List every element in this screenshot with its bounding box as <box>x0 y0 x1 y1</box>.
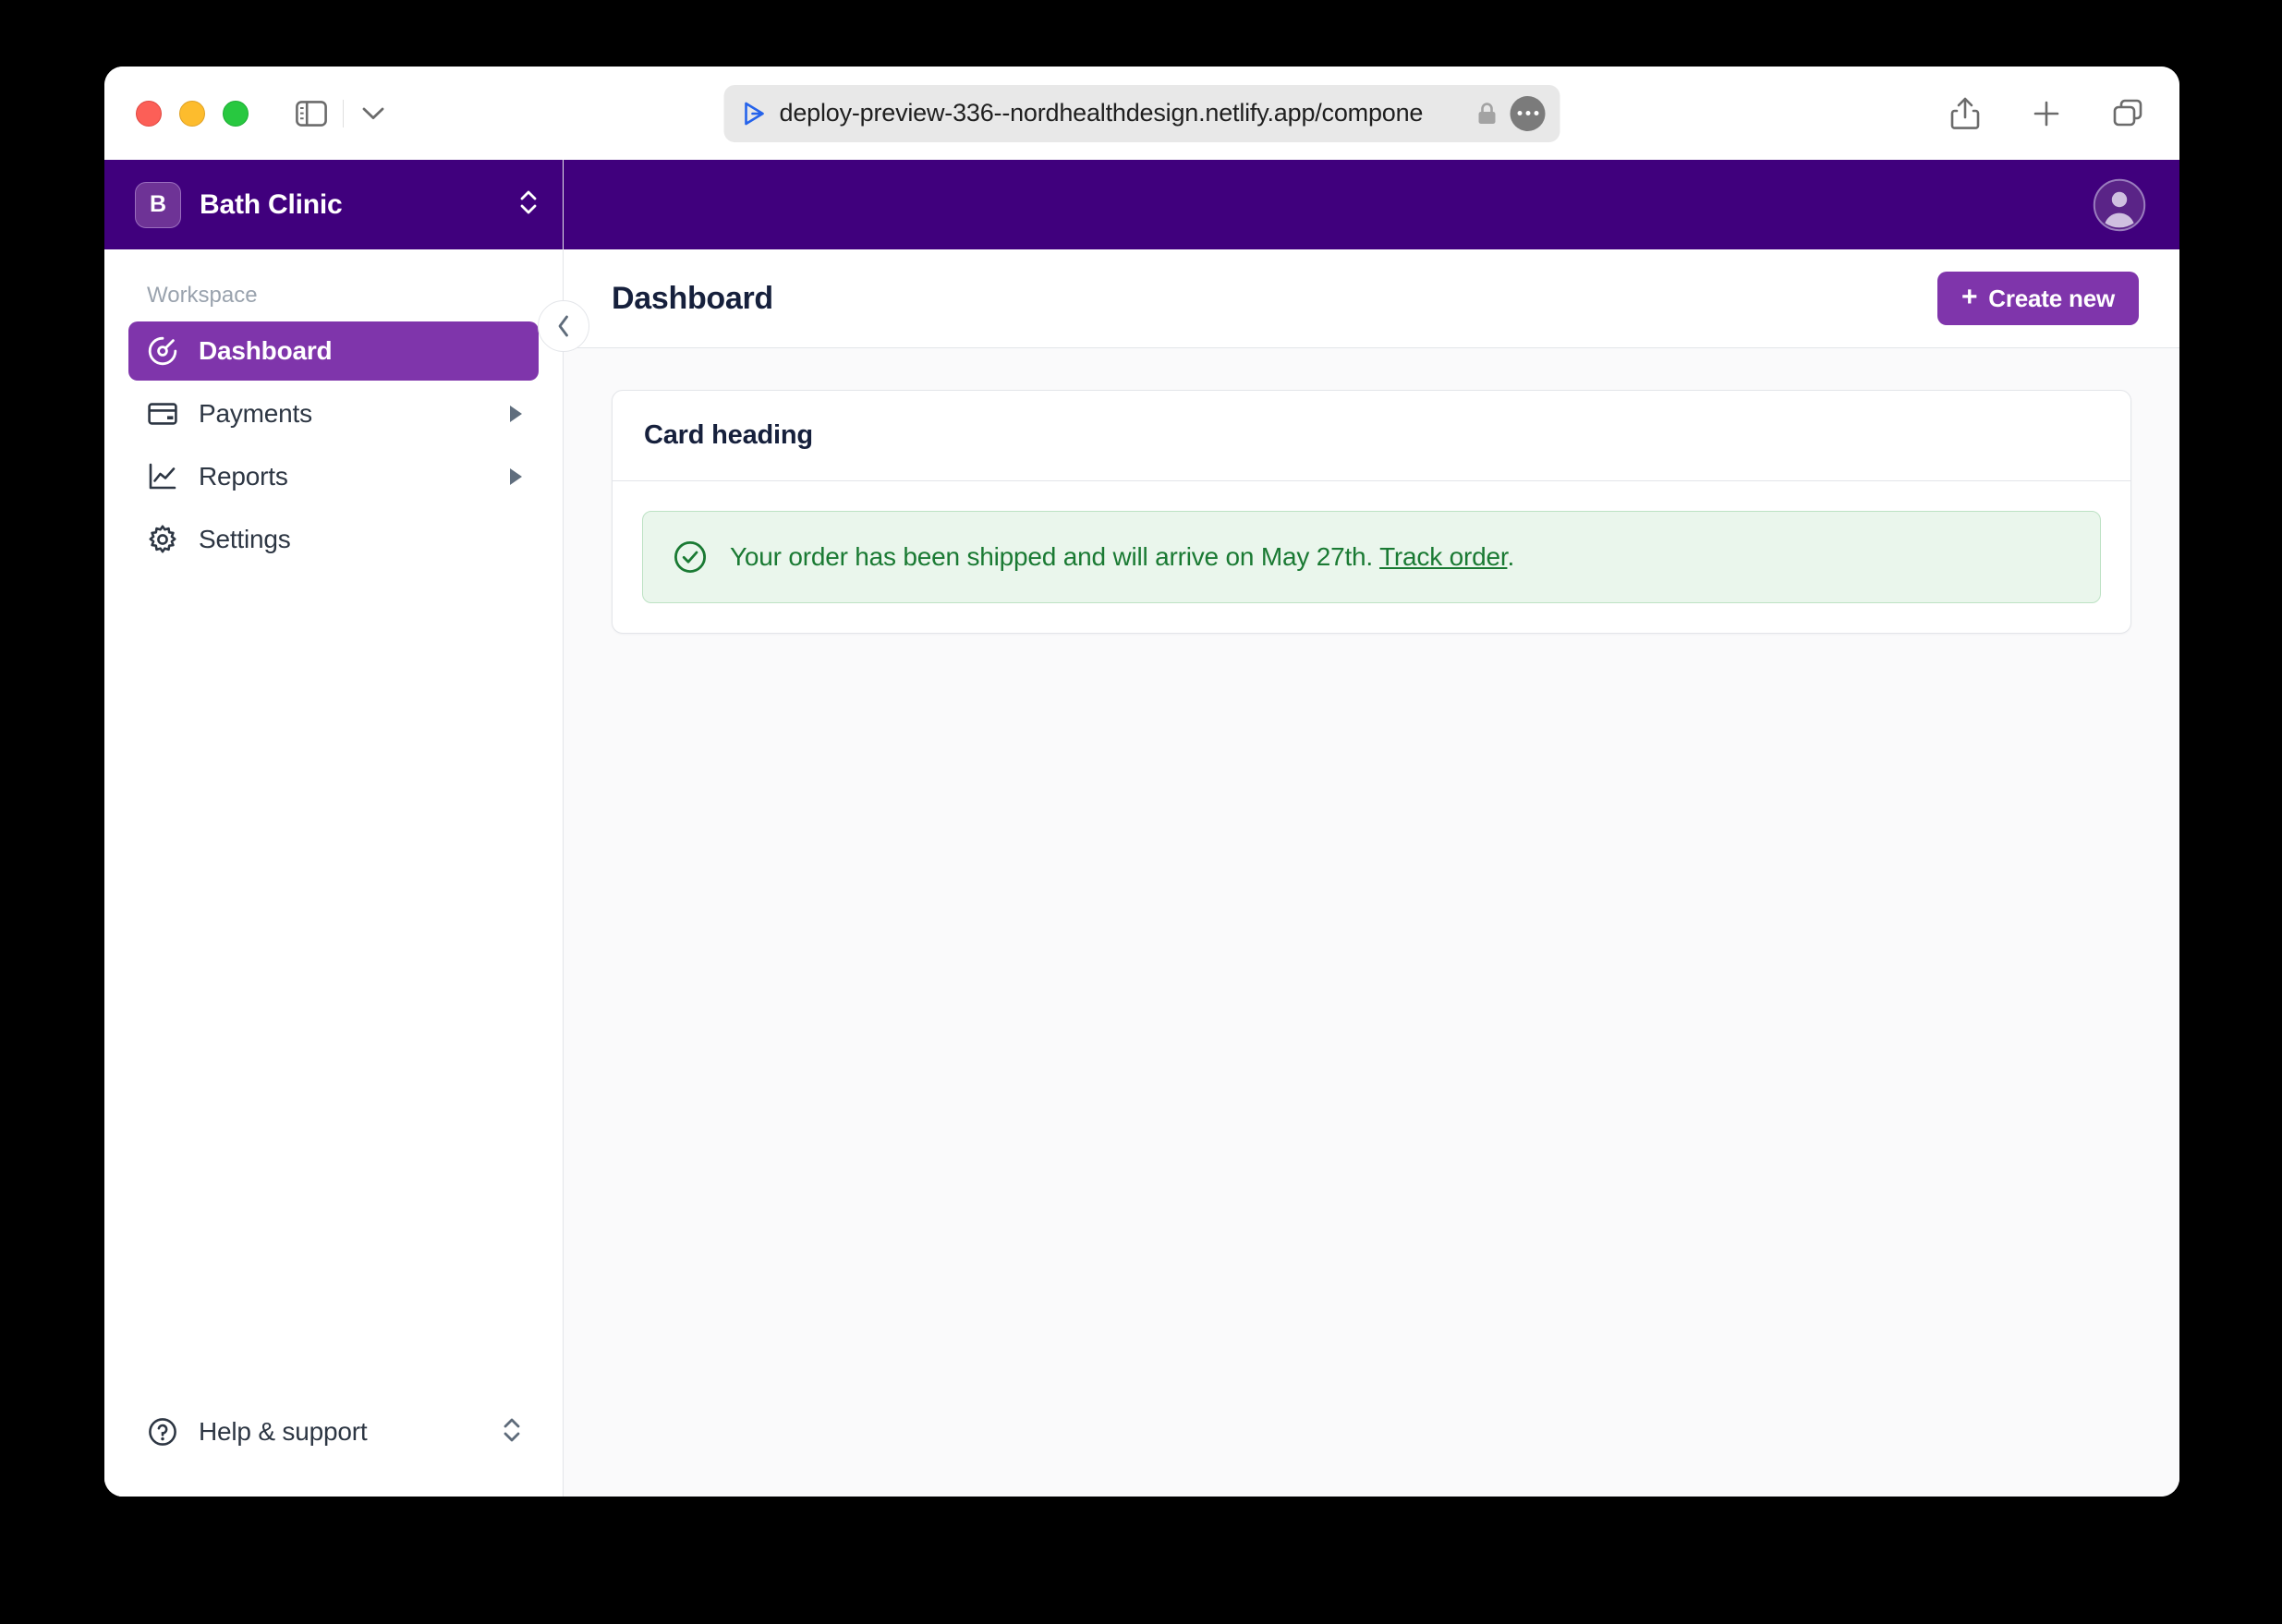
card-header: Card heading <box>613 391 2130 481</box>
workspace-avatar: B <box>135 181 181 228</box>
sidebar-item-reports[interactable]: Reports <box>128 447 539 506</box>
desktop-background: deploy-preview-336--nordhealthdesign.net… <box>0 0 2282 1624</box>
browser-toolbar: deploy-preview-336--nordhealthdesign.net… <box>104 67 2179 160</box>
plus-icon: + <box>1960 282 1978 312</box>
gear-icon <box>147 524 178 555</box>
workspace-switcher[interactable]: B Bath Clinic <box>104 160 563 249</box>
browser-toolbar-actions <box>1945 93 2148 134</box>
user-avatar-icon[interactable] <box>2093 178 2146 232</box>
card-body: Your order has been shipped and will arr… <box>613 481 2130 633</box>
ellipsis-icon[interactable] <box>1510 95 1546 131</box>
help-and-support-label: Help & support <box>199 1417 368 1446</box>
sidebar-toggle-icon[interactable] <box>293 98 330 129</box>
chevron-up-down-icon <box>518 187 539 223</box>
alert-message-end: . <box>1507 541 1515 571</box>
lock-icon <box>1475 101 1499 127</box>
expand-triangle-icon[interactable] <box>510 406 522 422</box>
card-heading: Card heading <box>644 420 813 450</box>
app-viewport: B Bath Clinic Workspace Dashboard Paymen… <box>104 160 2179 1497</box>
gauge-icon <box>147 335 178 367</box>
workspace-name: Bath Clinic <box>200 188 343 220</box>
chevron-up-down-icon <box>502 1414 522 1450</box>
sidebar-navigation: Workspace Dashboard Payments Reports Set… <box>104 249 563 1402</box>
sidebar-item-settings[interactable]: Settings <box>128 510 539 569</box>
close-window-button[interactable] <box>136 100 162 127</box>
main-content: Dashboard + Create new Card heading Your… <box>564 160 2179 1497</box>
page-title: Dashboard <box>612 280 773 316</box>
netlify-favicon <box>741 100 769 127</box>
help-and-support-item[interactable]: Help & support <box>128 1402 539 1461</box>
question-circle-icon <box>147 1416 178 1448</box>
toolbar-divider <box>343 99 344 127</box>
card-icon <box>147 398 178 430</box>
create-new-label: Create new <box>1988 284 2115 312</box>
new-tab-icon[interactable] <box>2026 93 2067 134</box>
collapse-sidebar-button[interactable] <box>538 300 589 352</box>
app-top-bar <box>564 160 2179 249</box>
create-new-button[interactable]: + Create new <box>1936 272 2139 325</box>
address-bar-container: deploy-preview-336--nordhealthdesign.net… <box>723 84 1560 142</box>
browser-sidebar-controls <box>293 98 390 129</box>
chevron-left-icon <box>558 315 568 337</box>
sidebar-item-label: Reports <box>199 462 288 491</box>
sidebar: B Bath Clinic Workspace Dashboard Paymen… <box>104 160 564 1497</box>
chart-icon <box>147 461 178 492</box>
browser-window: deploy-preview-336--nordhealthdesign.net… <box>104 67 2179 1497</box>
sidebar-footer: Help & support <box>104 1402 563 1497</box>
track-order-link[interactable]: Track order <box>1379 542 1508 571</box>
expand-triangle-icon[interactable] <box>510 468 522 485</box>
sidebar-item-label: Payments <box>199 399 312 428</box>
card: Card heading Your order has been shipped… <box>612 390 2131 634</box>
success-alert: Your order has been shipped and will arr… <box>642 511 2101 603</box>
address-bar-url: deploy-preview-336--nordhealthdesign.net… <box>779 99 1424 127</box>
content-area: Card heading Your order has been shipped… <box>564 348 2179 1497</box>
alert-message: Your order has been shipped and will arr… <box>730 541 1373 571</box>
chevron-down-icon[interactable] <box>357 98 390 129</box>
sidebar-item-payments[interactable]: Payments <box>128 384 539 443</box>
sidebar-item-label: Settings <box>199 525 291 553</box>
tab-overview-icon[interactable] <box>2107 93 2148 134</box>
sidebar-item-label: Dashboard <box>199 336 333 365</box>
success-alert-text: Your order has been shipped and will arr… <box>730 540 1514 574</box>
share-icon[interactable] <box>1945 93 1985 134</box>
check-circle-icon <box>673 539 708 575</box>
address-bar[interactable]: deploy-preview-336--nordhealthdesign.net… <box>723 84 1560 142</box>
minimize-window-button[interactable] <box>179 100 205 127</box>
page-header: Dashboard + Create new <box>564 249 2179 348</box>
window-controls <box>136 100 249 127</box>
maximize-window-button[interactable] <box>223 100 249 127</box>
sidebar-item-dashboard[interactable]: Dashboard <box>128 321 539 381</box>
nav-section-label: Workspace <box>147 283 258 308</box>
